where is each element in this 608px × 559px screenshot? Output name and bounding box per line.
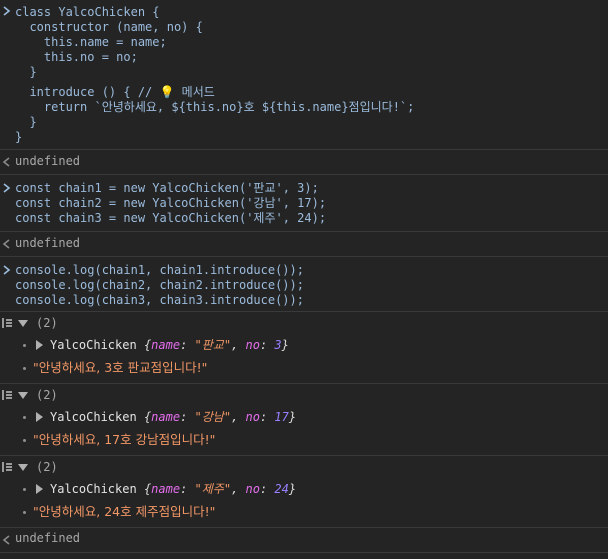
class-name: YalcoChicken xyxy=(50,338,137,352)
console-log-group: (2) YalcoChicken {name: "제주", no: 24} "안… xyxy=(0,456,608,527)
group-icon xyxy=(2,390,12,400)
code-line: const chain3 = new YalcoChicken('제주', 24… xyxy=(15,211,327,225)
prop-key: name xyxy=(151,482,181,496)
bullet-icon xyxy=(23,511,26,514)
group-icon xyxy=(2,318,12,328)
object-preview[interactable]: YalcoChicken {name: "강남", no: 17} xyxy=(50,410,296,425)
bullet-icon xyxy=(23,344,26,347)
result-string: "안녕하세요, 3호 판교점입니다!" xyxy=(33,360,208,375)
expand-object-icon[interactable] xyxy=(36,484,43,494)
result-arrow-icon xyxy=(2,239,10,249)
bullet-icon xyxy=(23,488,26,491)
comment-text: 메서드 xyxy=(174,85,215,99)
code-line: return `안녕하세요, ${this.no}호 ${this.name}점… xyxy=(15,100,415,114)
expand-object-icon[interactable] xyxy=(36,412,43,422)
code-line: const chain2 = new YalcoChicken('강남', 17… xyxy=(15,196,327,210)
code-line: } xyxy=(15,65,37,79)
result-arrow-icon xyxy=(2,535,10,545)
code-line: this.no = no; xyxy=(15,50,138,64)
code-text: introduce () { // xyxy=(15,85,160,99)
divider xyxy=(0,552,608,553)
code-line: this.name = name; xyxy=(15,35,167,49)
undefined-text: undefined xyxy=(15,531,81,545)
prop-value: 3 xyxy=(274,338,282,352)
class-name: YalcoChicken xyxy=(50,410,137,424)
lightbulb-icon: 💡 xyxy=(159,85,175,99)
code-line: class YalcoChicken { xyxy=(15,5,160,19)
expand-toggle-icon[interactable] xyxy=(18,392,28,399)
array-count: (2) xyxy=(36,316,58,330)
code-line: const chain1 = new YalcoChicken('판교', 3)… xyxy=(15,181,319,195)
object-preview[interactable]: YalcoChicken {name: "제주", no: 24} xyxy=(50,482,296,497)
prop-value: "제주" xyxy=(194,482,232,496)
prop-key: no xyxy=(245,338,260,352)
code-line: introduce () { // 💡 메서드 xyxy=(15,85,215,100)
console-input-instances[interactable]: const chain1 = new YalcoChicken('판교', 3)… xyxy=(0,175,608,231)
bullet-icon xyxy=(23,367,26,370)
result-arrow-icon xyxy=(2,157,10,167)
code-line: console.log(chain1, chain1.introduce()); xyxy=(15,263,304,277)
expand-object-icon[interactable] xyxy=(36,340,43,350)
prop-value: "판교" xyxy=(194,338,232,352)
undefined-text: undefined xyxy=(15,236,81,250)
input-prompt-icon xyxy=(3,183,11,193)
console-input-logs[interactable]: console.log(chain1, chain1.introduce());… xyxy=(0,257,608,311)
console-result-undefined: undefined xyxy=(0,150,608,175)
class-name: YalcoChicken xyxy=(50,482,137,496)
expand-toggle-icon[interactable] xyxy=(18,320,28,327)
prop-value: 24 xyxy=(274,482,289,496)
result-string: "안녕하세요, 17호 강남점입니다!" xyxy=(33,432,216,447)
prop-key: name xyxy=(151,410,181,424)
input-prompt-icon xyxy=(3,265,11,275)
code-line: console.log(chain2, chain2.introduce()); xyxy=(15,278,304,292)
devtools-console: class YalcoChicken { constructor (name, … xyxy=(0,0,608,559)
prop-key: no xyxy=(245,482,260,496)
console-input-class[interactable]: class YalcoChicken { constructor (name, … xyxy=(0,0,608,150)
code-line: } xyxy=(15,115,37,129)
input-prompt-icon xyxy=(3,6,11,16)
array-count: (2) xyxy=(36,388,58,402)
group-icon xyxy=(2,462,12,472)
prop-value: 17 xyxy=(274,410,289,424)
bullet-icon xyxy=(23,416,26,419)
console-log-group: (2) YalcoChicken {name: "판교", no: 3} "안녕… xyxy=(0,312,608,383)
prop-value: "강남" xyxy=(194,410,232,424)
prop-key: name xyxy=(151,338,181,352)
bullet-icon xyxy=(23,439,26,442)
expand-toggle-icon[interactable] xyxy=(18,464,28,471)
undefined-text: undefined xyxy=(15,154,81,168)
prop-key: no xyxy=(245,410,260,424)
console-result-undefined: undefined xyxy=(0,232,608,257)
result-string: "안녕하세요, 24호 제주점입니다!" xyxy=(33,504,216,519)
console-result-undefined: undefined xyxy=(0,528,608,553)
code-line: console.log(chain3, chain3.introduce()); xyxy=(15,293,304,307)
code-line: constructor (name, no) { xyxy=(15,20,203,34)
array-count: (2) xyxy=(36,460,58,474)
console-log-group: (2) YalcoChicken {name: "강남", no: 17} "안… xyxy=(0,384,608,455)
code-line: } xyxy=(15,130,23,144)
object-preview[interactable]: YalcoChicken {name: "판교", no: 3} xyxy=(50,338,289,353)
